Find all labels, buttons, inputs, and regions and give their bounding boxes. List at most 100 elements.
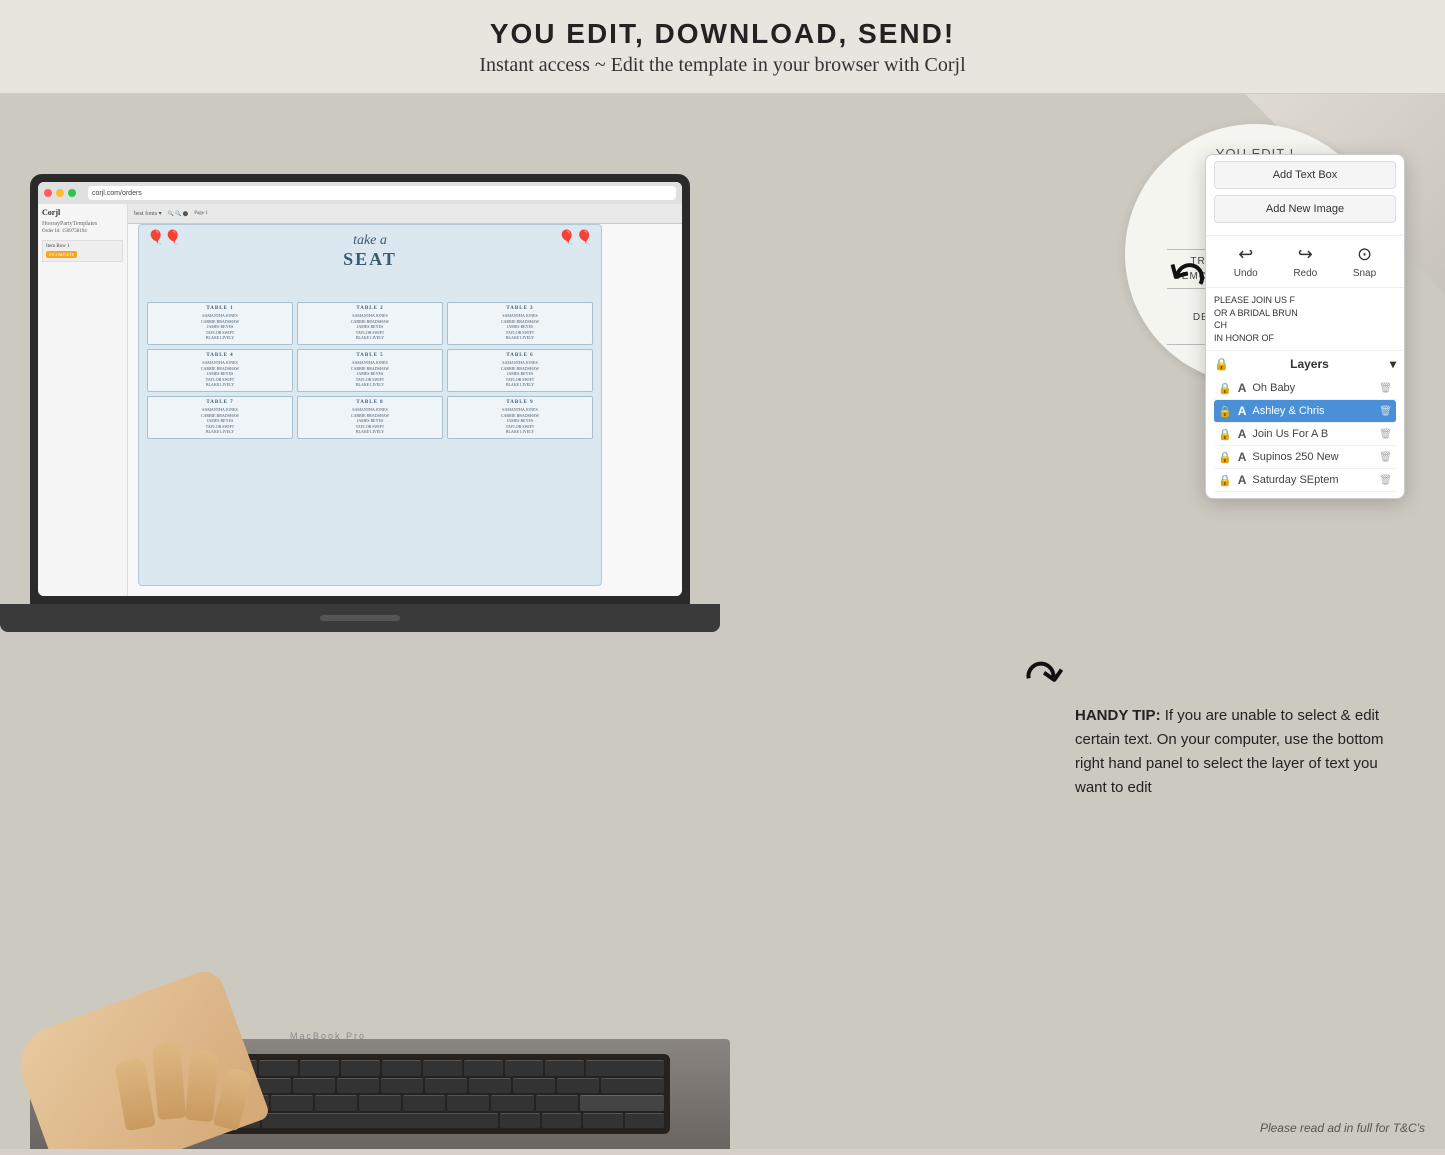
url-bar[interactable]: corjl.com/orders [88,186,676,200]
disclaimer-text: Please read ad in full for T&C's [1260,1121,1425,1135]
browser-toolbar: corjl.com/orders [38,182,682,204]
text-preview-line-4: IN HONOR OF [1214,332,1396,345]
corjl-panel: Add Text Box Add New Image ↩ Undo ↪ Redo… [1205,154,1405,499]
seating-title: take a SEAT [147,233,593,270]
table-2-name: TABLE 2 [301,306,439,311]
table-5: TABLE 5 SAMANTHA JONESCARRIE BRADSHAWJAM… [297,349,443,392]
key [505,1060,544,1076]
snap-icon: ⊙ [1357,244,1372,265]
layer-lock-icon-active: 🔒 [1218,405,1232,418]
layers-header: 🔒 Layers ▾ [1214,357,1396,371]
layer-name-supinos: Supinos 250 New [1252,451,1373,463]
key-enter [601,1078,664,1094]
handy-tip-section: HANDY TIP: If you are unable to select &… [1075,704,1395,800]
snap-control[interactable]: ⊙ Snap [1353,244,1376,279]
key [423,1060,462,1076]
table-7: TABLE 7 SAMANTHA JONESCARRIE BRADSHAWJAM… [147,396,293,439]
snap-label: Snap [1353,268,1376,279]
undo-label: Undo [1234,268,1258,279]
layer-name-saturday: Saturday SEptem [1252,474,1373,486]
layer-row-oh-baby[interactable]: 🔒 A Oh Baby 🗑 [1214,377,1396,400]
layer-row-supinos[interactable]: 🔒 A Supinos 250 New 🗑 [1214,446,1396,469]
typing-hand-area [0,969,350,1149]
table-7-guests: SAMANTHA JONESCARRIE BRADSHAWJAMES REYES… [151,407,289,435]
add-new-image-button[interactable]: Add New Image [1214,195,1396,223]
take-text: take a [147,233,593,249]
corjl-panel-top: Add Text Box Add New Image [1206,155,1404,236]
balloon-right: 🎈🎈 [558,230,593,247]
layer-delete-icon-active[interactable]: 🗑 [1379,406,1392,417]
table-7-name: TABLE 7 [151,400,289,405]
layer-a-icon: A [1238,381,1247,395]
corjl-logo: Corjl [42,208,123,217]
lock-icon: 🔒 [1214,357,1229,371]
table-5-guests: SAMANTHA JONESCARRIE BRADSHAWJAMES REYES… [301,360,439,388]
key [491,1095,533,1111]
main-area: corjl.com/orders Corjl HoorayPartyTempla… [0,94,1445,1149]
redo-label: Redo [1293,268,1317,279]
close-dot[interactable] [44,189,52,197]
layer-lock-icon: 🔒 [1218,382,1232,395]
layer-lock-icon-supinos: 🔒 [1218,451,1232,464]
zoom-controls: 🔍 🔍 ⬤ [168,211,189,217]
table-3-name: TABLE 3 [451,306,589,311]
table-4-guests: SAMANTHA JONESCARRIE BRADSHAWJAMES REYES… [151,360,289,388]
key [403,1095,445,1111]
subline: Instant access ~ Edit the template in yo… [20,54,1425,77]
key [425,1078,467,1094]
add-text-box-button[interactable]: Add Text Box [1214,161,1396,189]
table-4: TABLE 4 SAMANTHA JONESCARRIE BRADSHAWJAM… [147,349,293,392]
layer-delete-icon-sat[interactable]: 🗑 [1379,475,1392,486]
layer-a-icon-supinos: A [1238,450,1247,464]
seating-chart: 🎈🎈 🎈🎈 take a SEAT TABLE 1 SAMANTHA JONES… [138,224,602,586]
layer-name-join-us: Join Us For A B [1252,428,1373,440]
key-left [583,1113,622,1129]
key [381,1078,423,1094]
key-cmd2 [500,1113,539,1129]
redo-control[interactable]: ↪ Redo [1293,244,1317,279]
chevron-down-icon: ▾ [1390,357,1396,371]
layer-row-join-us[interactable]: 🔒 A Join Us For A B 🗑 [1214,423,1396,446]
table-2-guests: SAMANTHA JONESCARRIE BRADSHAWJAMES REYES… [301,313,439,341]
layer-row-saturday[interactable]: 🔒 A Saturday SEptem 🗑 [1214,469,1396,492]
layer-delete-icon-supinos[interactable]: 🗑 [1379,452,1392,463]
page-controls: Page 1 [194,211,207,216]
text-preview-box: PLEASE JOIN US F OR A BRIDAL BRUN CH IN … [1206,288,1404,351]
layer-lock-icon-join: 🔒 [1218,428,1232,441]
table-3: TABLE 3 SAMANTHA JONESCARRIE BRADSHAWJAM… [447,302,593,345]
key [447,1095,489,1111]
table-9-guests: SAMANTHA JONESCARRIE BRADSHAWJAMES REYES… [451,407,589,435]
layers-label: Layers [1290,357,1329,371]
table-8: TABLE 8 SAMANTHA JONESCARRIE BRADSHAWJAM… [297,396,443,439]
layer-lock-icon-sat: 🔒 [1218,474,1232,487]
layer-delete-icon[interactable]: 🗑 [1379,383,1392,394]
disclaimer: Please read ad in full for T&C's [1260,1121,1425,1135]
minimize-dot[interactable] [56,189,64,197]
status-badge: INCOMPLETE [46,251,77,258]
key-return [580,1095,664,1111]
key [557,1078,599,1094]
table-4-name: TABLE 4 [151,353,289,358]
corjl-icons-row: ↩ Undo ↪ Redo ⊙ Snap [1206,236,1404,288]
macbook-label: MacBook Pro [290,1031,366,1041]
layer-name-oh-baby: Oh Baby [1252,382,1373,394]
screen-content: Corjl HoorayPartyTemplates Order Id: 150… [38,204,682,596]
layer-delete-icon-join[interactable]: 🗑 [1379,429,1392,440]
table-9-name: TABLE 9 [451,400,589,405]
layer-a-icon-sat: A [1238,473,1247,487]
key-backspace [586,1060,664,1076]
order-id: Order Id: 1509758194 [42,229,123,234]
table-6-guests: SAMANTHA JONESCARRIE BRADSHAWJAMES REYES… [451,360,589,388]
seat-text: SEAT [147,249,593,270]
key-right [625,1113,664,1129]
maximize-dot[interactable] [68,189,76,197]
text-preview-line-1: PLEASE JOIN US F [1214,294,1396,307]
text-preview-line-2: OR A BRIDAL BRUN [1214,307,1396,320]
table-1-guests: SAMANTHA JONESCARRIE BRADSHAWJAMES REYES… [151,313,289,341]
balloon-left: 🎈🎈 [147,230,182,247]
undo-control[interactable]: ↩ Undo [1234,244,1258,279]
layer-a-icon-join: A [1238,427,1247,441]
headline: YOU EDIT, DOWNLOAD, SEND! [20,18,1425,50]
redo-icon: ↪ [1298,244,1313,265]
layer-row-ashley-chris[interactable]: 🔒 A Ashley & Chris 🗑 [1214,400,1396,423]
